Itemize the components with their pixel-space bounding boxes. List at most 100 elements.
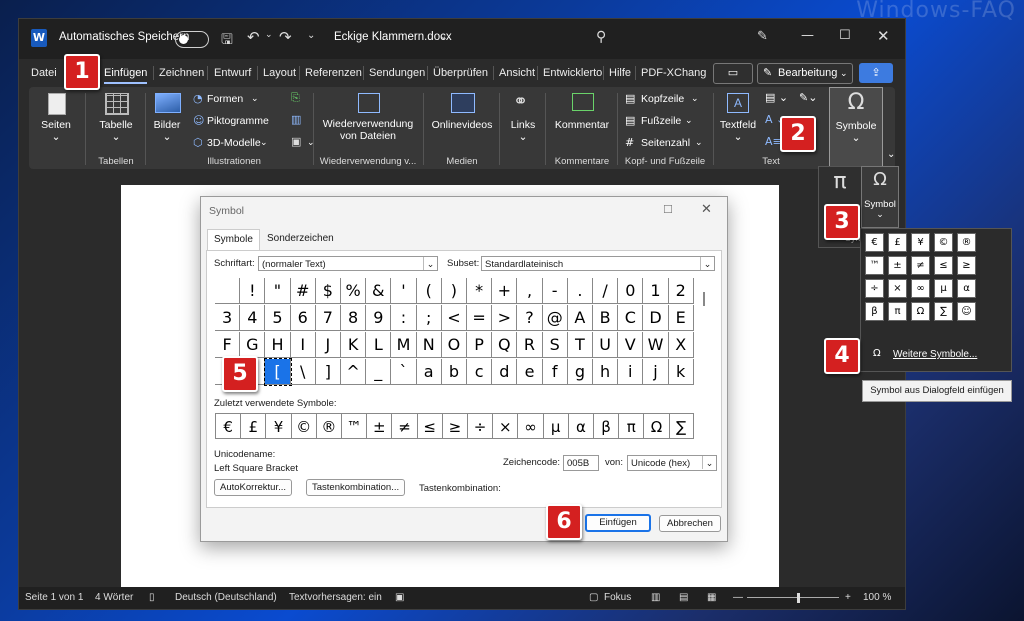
symbol-cell[interactable]: e xyxy=(517,359,543,385)
tab-einfuegen[interactable]: Einfügen xyxy=(104,67,148,84)
gallery-symbol[interactable]: ≥ xyxy=(957,256,976,275)
symbol-cell[interactable]: k xyxy=(668,359,694,385)
bilder-button[interactable]: Bilder xyxy=(147,119,187,131)
gallery-symbol[interactable]: β xyxy=(865,302,884,321)
zoom-out-icon[interactable]: — xyxy=(733,592,743,603)
kommentar-button[interactable]: Kommentar xyxy=(547,119,617,131)
symbol-cell[interactable]: - xyxy=(542,278,568,304)
recent-symbol[interactable]: × xyxy=(492,413,518,439)
symbol-cell[interactable]: $ xyxy=(315,278,341,304)
textfeld-button[interactable]: Textfeld xyxy=(715,119,761,131)
recent-symbol[interactable]: ≤ xyxy=(416,413,442,439)
language[interactable]: Deutsch (Deutschland) xyxy=(175,592,277,603)
symbol-cell[interactable]: c xyxy=(467,359,493,385)
scroll-thumb[interactable] xyxy=(703,292,705,306)
recent-symbol[interactable]: ∞ xyxy=(517,413,543,439)
recent-symbol[interactable]: € xyxy=(215,413,241,439)
symbol-cell[interactable]: " xyxy=(265,278,291,304)
symbol-cell[interactable]: L xyxy=(366,332,392,358)
symbol-cell[interactable]: < xyxy=(441,305,467,331)
more-symbols-item[interactable]: Ω Weitere Symbole... xyxy=(863,345,1007,365)
symbol-cell[interactable]: i xyxy=(618,359,644,385)
gallery-symbol[interactable]: © xyxy=(934,233,953,252)
symbol-cell[interactable]: & xyxy=(366,278,392,304)
recent-symbol[interactable]: ¥ xyxy=(265,413,291,439)
symbol-cell[interactable]: , xyxy=(517,278,543,304)
symbol-cell[interactable]: @ xyxy=(542,305,568,331)
symbol-cell[interactable]: % xyxy=(341,278,367,304)
tab-layout[interactable]: Layout xyxy=(263,67,296,79)
symbol-cell[interactable]: ! xyxy=(240,278,266,304)
word-count[interactable]: 4 Wörter xyxy=(95,592,133,603)
symbol-cell[interactable]: g xyxy=(567,359,593,385)
symbol-cell[interactable]: 6 xyxy=(290,305,316,331)
symbol-cell[interactable]: N xyxy=(416,332,442,358)
gallery-symbol[interactable]: ∞ xyxy=(911,279,930,298)
tab-zeichnen[interactable]: Zeichnen xyxy=(159,67,204,79)
symbol-cell[interactable]: B xyxy=(593,305,619,331)
close-icon[interactable]: ✕ xyxy=(877,27,890,45)
symbol-cell[interactable]: ` xyxy=(391,359,417,385)
wiederverwendung-button[interactable]: Wiederverwendung von Dateien xyxy=(315,118,421,142)
symbol-cell[interactable]: P xyxy=(467,332,493,358)
zoom-level[interactable]: 100 % xyxy=(863,592,891,603)
symbol-cell[interactable]: Q xyxy=(492,332,518,358)
recent-symbol[interactable]: µ xyxy=(542,413,568,439)
symbol-cell[interactable]: M xyxy=(391,332,417,358)
gallery-symbol[interactable]: ☺ xyxy=(957,302,976,321)
tab-symbole[interactable]: Symbole xyxy=(207,229,260,250)
tab-ansicht[interactable]: Ansicht xyxy=(499,67,535,79)
dialog-close-icon[interactable]: ✕ xyxy=(701,202,712,217)
undo-icon[interactable]: ↶ xyxy=(247,28,260,46)
recent-symbol[interactable]: π xyxy=(618,413,644,439)
symbol-cell[interactable]: * xyxy=(467,278,493,304)
tastenkombination-button[interactable]: Tastenkombination... xyxy=(306,479,406,496)
recent-symbol[interactable]: ≥ xyxy=(441,413,467,439)
read-mode-icon[interactable]: ▥ xyxy=(651,592,660,603)
gallery-symbol[interactable]: ¥ xyxy=(911,233,930,252)
symbol-cell[interactable]: D xyxy=(643,305,669,331)
symbol-cell[interactable]: R xyxy=(517,332,543,358)
recent-symbol[interactable]: Ω xyxy=(643,413,669,439)
symbol-button[interactable]: Ω Symbol ⌄ xyxy=(861,166,899,228)
signature-icon[interactable]: ✎⌄ xyxy=(799,91,817,104)
symbol-cell[interactable]: # xyxy=(290,278,316,304)
quickparts-icon[interactable]: ▤ ⌄ xyxy=(765,91,788,104)
tab-pdf-xchange[interactable]: PDF-XChang xyxy=(641,67,706,79)
minimize-icon[interactable]: — xyxy=(801,28,814,43)
symbol-cell[interactable]: ^ xyxy=(341,359,367,385)
symbol-cell[interactable]: S xyxy=(542,332,568,358)
zeichencode-input[interactable]: 005B xyxy=(563,455,599,471)
symbole-button[interactable]: Ω Symbole ⌄ xyxy=(829,87,883,167)
recent-symbol[interactable]: ® xyxy=(315,413,341,439)
recent-symbol[interactable]: £ xyxy=(240,413,266,439)
accessibility-icon[interactable]: ▣ xyxy=(395,592,404,603)
symbol-cell[interactable]: h xyxy=(593,359,619,385)
symbol-cell[interactable]: [ xyxy=(264,358,292,386)
chart-icon[interactable]: ▥ xyxy=(291,113,301,126)
gallery-symbol[interactable]: × xyxy=(888,279,907,298)
symbol-cell[interactable]: V xyxy=(618,332,644,358)
search-icon[interactable]: ⚲ xyxy=(596,29,606,45)
comments-button[interactable]: ▭ xyxy=(713,63,753,84)
tab-sendungen[interactable]: Sendungen xyxy=(369,67,425,79)
seiten-button[interactable]: Seiten xyxy=(29,119,83,131)
proofing-icon[interactable]: ▯ xyxy=(149,592,155,603)
web-layout-icon[interactable]: ▦ xyxy=(707,592,716,603)
gallery-symbol[interactable]: € xyxy=(865,233,884,252)
redo-icon[interactable]: ↷ xyxy=(279,28,292,46)
symbol-cell[interactable]: : xyxy=(391,305,417,331)
symbol-cell[interactable]: T xyxy=(567,332,593,358)
recent-symbol[interactable]: ÷ xyxy=(467,413,493,439)
customize-qat-icon[interactable]: ⌄ xyxy=(307,30,315,41)
symbol-cell[interactable]: ' xyxy=(391,278,417,304)
smartart-icon[interactable]: ⎘ xyxy=(291,91,300,105)
gallery-symbol[interactable]: ± xyxy=(888,256,907,275)
page-count[interactable]: Seite 1 von 1 xyxy=(25,592,83,603)
screenshot-icon[interactable]: ▣ xyxy=(291,135,301,148)
focus-button[interactable]: Fokus xyxy=(604,592,631,603)
gallery-symbol[interactable]: ™ xyxy=(865,256,884,275)
kopfzeile-button[interactable]: Kopfzeile xyxy=(641,93,684,105)
symbol-cell[interactable]: b xyxy=(441,359,467,385)
gallery-symbol[interactable]: α xyxy=(957,279,976,298)
